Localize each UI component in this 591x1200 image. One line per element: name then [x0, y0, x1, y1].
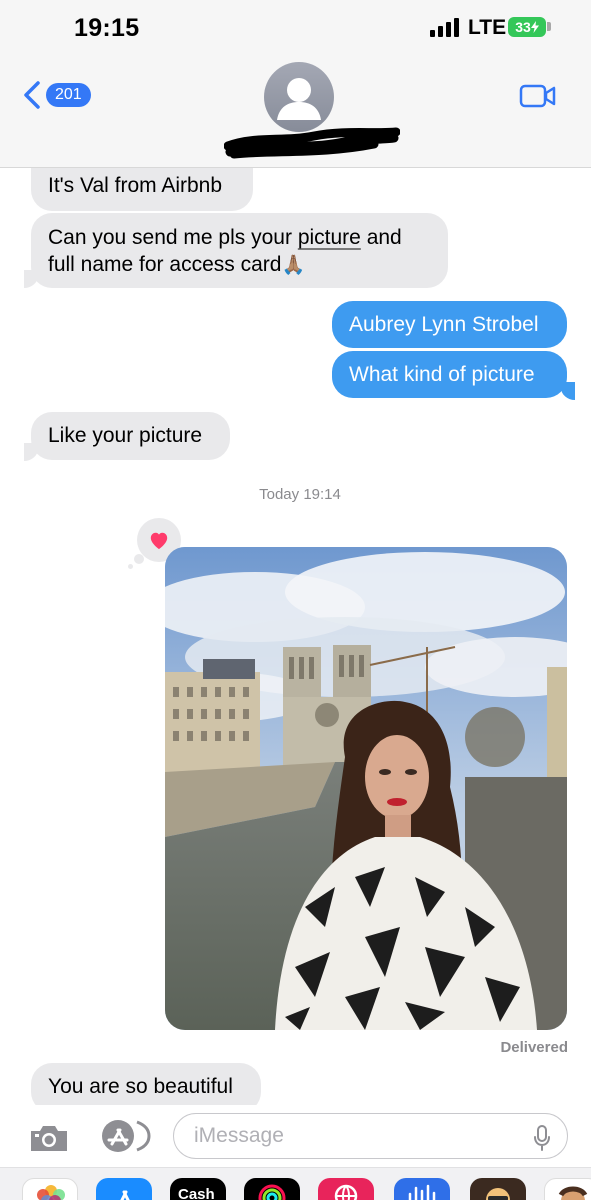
person-silhouette-icon — [277, 78, 321, 120]
memoji-face-icon — [486, 1188, 510, 1200]
redaction-scribble — [224, 127, 400, 159]
message-text: Aubrey Lynn Strobel — [349, 313, 539, 336]
activity-rings-icon — [258, 1184, 286, 1200]
message-input[interactable] — [194, 1123, 524, 1149]
message-text: full name for access card — [48, 253, 282, 276]
bubble-tail — [24, 270, 38, 288]
photos-flower-icon — [37, 1185, 65, 1200]
app-store-app-icon[interactable] — [96, 1178, 152, 1200]
network-type: LTE — [468, 16, 507, 39]
apps-button[interactable] — [97, 1119, 151, 1158]
bubble-tail — [561, 382, 575, 400]
battery-tip — [547, 22, 551, 31]
delivery-status: Delivered — [500, 1039, 568, 1056]
message-bubble-incoming[interactable]: Like your picture — [31, 412, 230, 460]
memoji-app-icon[interactable] — [470, 1178, 526, 1200]
photo-image — [165, 547, 567, 1030]
message-bubble-outgoing[interactable]: What kind of picture — [332, 351, 567, 398]
photo-message[interactable] — [165, 547, 567, 1030]
message-text: What kind of picture — [349, 363, 535, 386]
tapback-tail — [128, 564, 133, 569]
message-bubble-incoming[interactable]: Can you send me pls your picture and ful… — [31, 213, 448, 288]
microphone-icon — [534, 1125, 550, 1151]
dictation-button[interactable] — [533, 1125, 551, 1156]
bubble-tail — [24, 443, 38, 461]
message-text: Can you send me pls your — [48, 226, 292, 249]
unread-count-badge: 201 — [46, 83, 91, 107]
sticker-face-icon — [558, 1186, 588, 1200]
message-timestamp: Today 19:14 — [259, 486, 341, 503]
status-time: 19:15 — [74, 14, 140, 42]
apple-cash-app-icon[interactable]: Cash — [170, 1178, 226, 1200]
app-store-icon — [102, 1120, 151, 1152]
app-store-a-icon — [120, 1190, 130, 1200]
globe-search-icon — [334, 1184, 358, 1200]
message-text: You are so beautiful — [48, 1075, 233, 1098]
message-text: It's Val from Airbnb — [48, 174, 223, 197]
video-camera-icon — [519, 84, 556, 108]
cellular-signal-icon — [430, 18, 459, 37]
search-images-app-icon[interactable] — [318, 1178, 374, 1200]
photos-app-icon[interactable] — [22, 1178, 78, 1200]
memoji-stickers-app-icon[interactable] — [544, 1178, 591, 1200]
audio-waveform-icon — [408, 1184, 436, 1200]
audio-message-app-icon[interactable] — [394, 1178, 450, 1200]
camera-button[interactable] — [28, 1123, 70, 1158]
message-link-text[interactable]: picture — [298, 226, 361, 249]
message-bubble-outgoing[interactable]: Aubrey Lynn Strobel — [332, 301, 567, 348]
cash-label: Cash — [178, 1186, 215, 1200]
camera-icon — [31, 1126, 67, 1151]
compose-bar — [0, 1105, 591, 1167]
activity-app-icon[interactable] — [244, 1178, 300, 1200]
imessage-app-strip: Cash — [0, 1167, 591, 1200]
conversation-screen: It's Val from Airbnb Can you send me pls… — [0, 0, 591, 1200]
praying-hands-emoji: 🙏🏽 — [281, 254, 306, 276]
charging-bolt-icon — [530, 21, 539, 33]
video-call-button[interactable] — [519, 83, 557, 114]
message-text: Like your picture — [48, 424, 203, 447]
message-input-field[interactable] — [173, 1113, 568, 1159]
back-button[interactable]: 201 — [22, 80, 91, 110]
contact-avatar[interactable] — [264, 62, 334, 132]
battery-icon: 33 — [508, 17, 546, 37]
message-text: and — [366, 226, 402, 249]
chevron-left-icon — [24, 81, 40, 109]
battery-level: 33 — [515, 19, 531, 35]
